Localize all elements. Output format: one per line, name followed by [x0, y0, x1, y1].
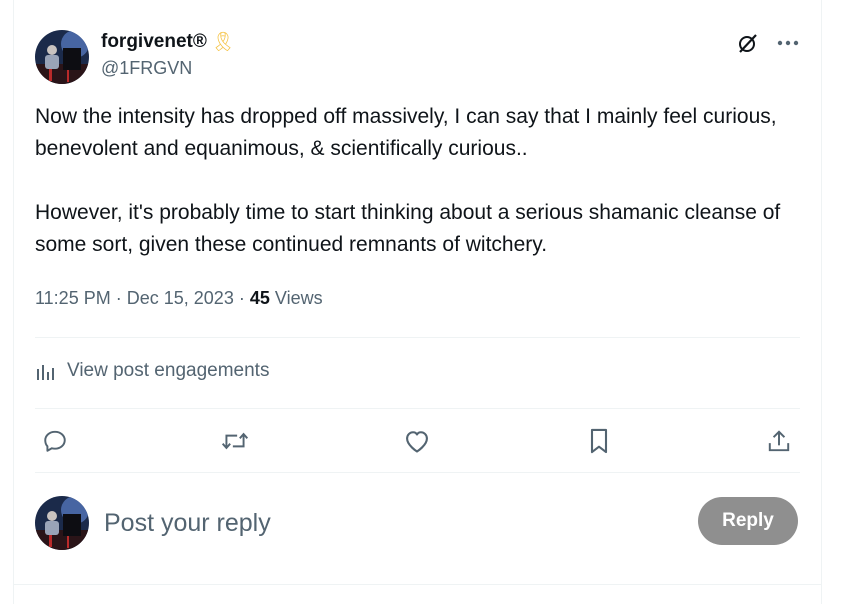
reply-input[interactable]	[102, 500, 666, 546]
pianist-avatar-icon	[35, 30, 89, 84]
more-options-icon[interactable]	[775, 30, 801, 56]
author-display-name[interactable]: forgivenet®	[101, 30, 207, 54]
post-action-bar	[35, 423, 805, 459]
post-detail-panel: forgivenet® 🎗 @1FRGVN Now the intensity …	[13, 0, 822, 604]
like-icon[interactable]	[397, 423, 437, 459]
reply-icon[interactable]	[35, 423, 75, 459]
analytics-icon	[37, 365, 54, 380]
engagements-label: View post engagements	[67, 360, 270, 381]
meta-separator: ·	[115, 288, 122, 308]
view-engagements-link[interactable]: View post engagements	[35, 360, 269, 382]
post-paragraph: However, it's probably time to start thi…	[35, 201, 781, 256]
divider	[35, 337, 800, 338]
post-meta: 11:25 PM · Dec 15, 2023 · 45 Views	[35, 288, 323, 309]
post-time[interactable]: 11:25 PM	[35, 288, 111, 308]
post-top-actions	[735, 30, 801, 56]
author-handle[interactable]: @1FRGVN	[101, 58, 192, 79]
divider	[35, 472, 800, 473]
post-paragraph: Now the intensity has dropped off massiv…	[35, 105, 777, 160]
ribbon-badge-icon: 🎗	[210, 32, 235, 53]
bookmark-icon[interactable]	[579, 423, 619, 459]
reply-button[interactable]: Reply	[698, 497, 798, 545]
post-text: Now the intensity has dropped off massiv…	[35, 101, 805, 261]
pianist-avatar-icon	[35, 496, 89, 550]
post-date[interactable]: Dec 15, 2023	[127, 288, 234, 308]
author-name-row: forgivenet® 🎗	[101, 30, 235, 54]
divider	[35, 408, 800, 409]
share-icon[interactable]	[759, 423, 799, 459]
views-count: 45	[249, 288, 270, 308]
repost-icon[interactable]	[215, 423, 255, 459]
current-user-avatar[interactable]	[35, 496, 89, 550]
views-label: Views	[274, 288, 323, 308]
meta-separator: ·	[238, 288, 245, 308]
divider	[14, 584, 821, 585]
author-avatar[interactable]	[35, 30, 89, 84]
grok-icon[interactable]	[735, 30, 761, 56]
